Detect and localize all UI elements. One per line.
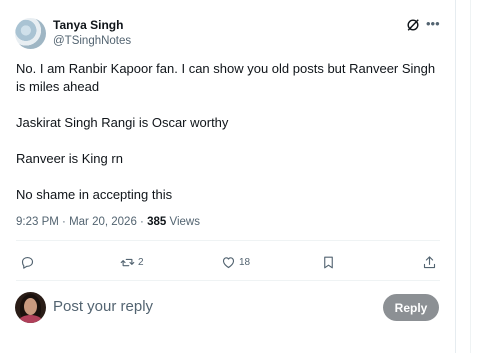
scrollbar-track[interactable] [470,0,479,353]
repost-count: 2 [138,256,144,268]
author-name[interactable]: Tanya Singh [53,18,123,32]
reply-action-button[interactable] [20,254,35,270]
share-action-button[interactable] [422,254,437,270]
meta-separator: · [140,216,144,228]
reply-icon [21,256,34,269]
reply-button[interactable]: Reply [383,294,439,321]
repost-action-button[interactable]: 2 [120,254,144,270]
post-paragraph: Jaskirat Singh Rangi is Oscar worthy [16,115,229,130]
views-count: 385 [147,216,167,228]
avatar-face [24,298,37,315]
bookmark-action-button[interactable] [321,254,336,270]
repost-icon [120,258,135,266]
like-action-button[interactable]: 18 [221,254,250,270]
author-avatar[interactable] [15,18,46,49]
more-icon[interactable]: ••• [426,16,440,31]
post-paragraph: No shame in accepting this [16,187,173,202]
avatar-shirt [19,315,42,323]
post-text: No. I am Ranbir Kapoor fan. I can show y… [16,60,446,222]
views-label: Views [169,216,200,228]
post-time[interactable]: 9:23 PM [16,216,59,228]
heart-icon [222,256,235,268]
post-date[interactable]: Mar 20, 2026 [69,216,137,228]
meta-separator: · [62,216,66,228]
divider [16,280,440,281]
grok-icon[interactable] [406,18,420,32]
share-icon [423,255,436,268]
divider [16,240,440,241]
reply-input[interactable]: Post your reply [53,298,353,315]
post-paragraph: No. I am Ranbir Kapoor fan. I can show y… [16,61,436,94]
post-metadata: 9:23 PM · Mar 20, 2026 · 385 Views [16,216,200,228]
current-user-avatar[interactable] [15,292,46,323]
author-handle[interactable]: @TSinghNotes [53,35,131,47]
post-paragraph: Ranveer is King rn [16,151,123,166]
like-count: 18 [239,256,251,268]
bookmark-icon [324,256,333,268]
